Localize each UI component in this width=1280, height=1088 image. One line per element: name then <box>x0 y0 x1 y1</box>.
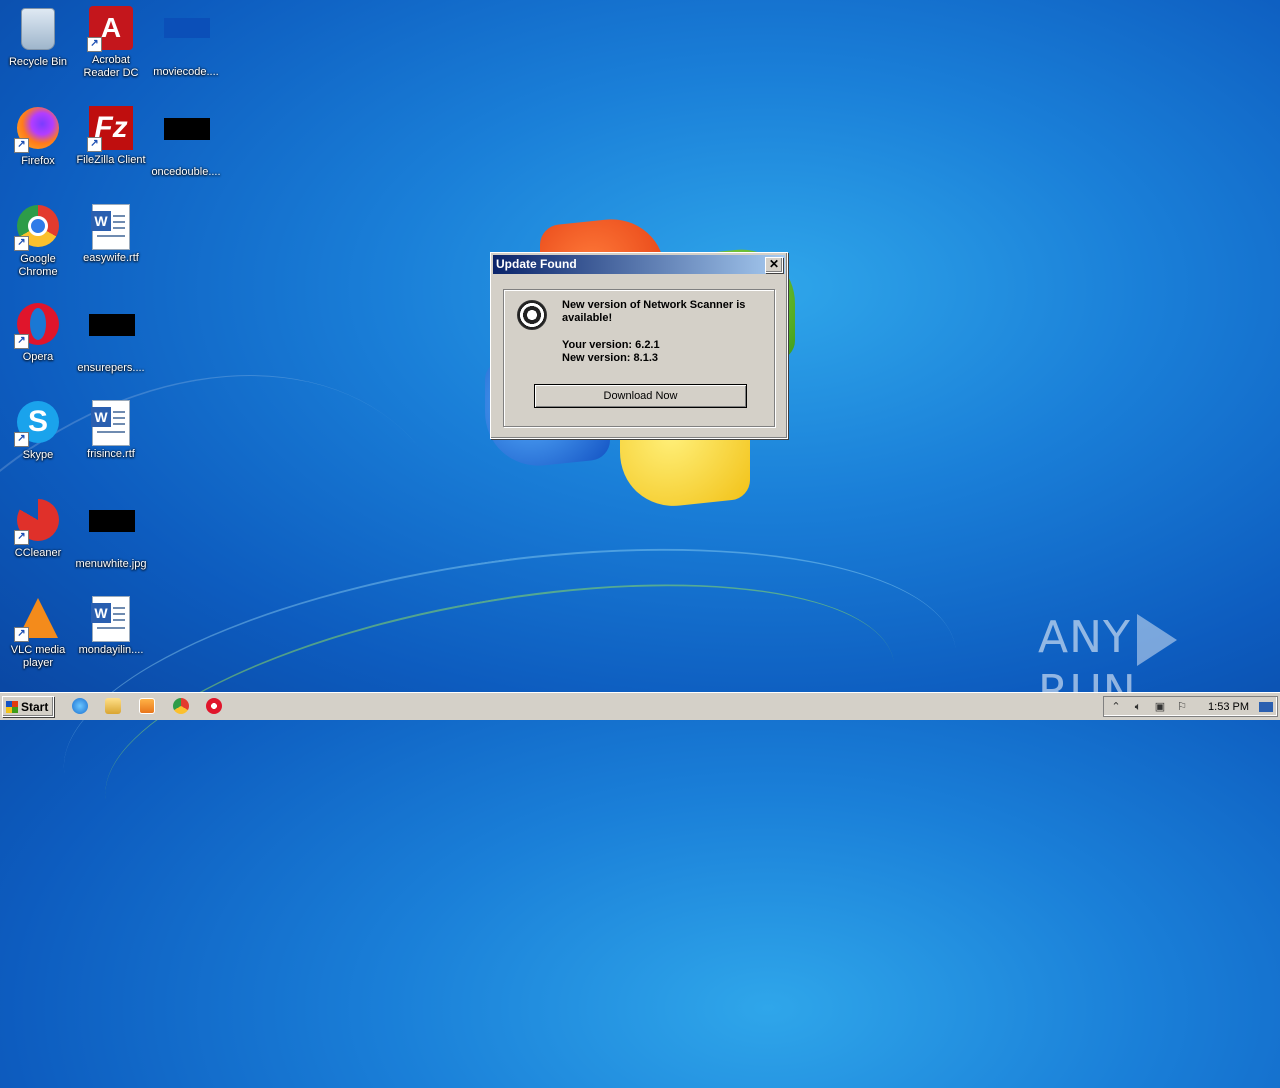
desktop-icon-firefox[interactable]: ↗ Firefox <box>0 106 76 168</box>
desktop-icon-recycle-bin[interactable]: Recycle Bin <box>0 6 76 69</box>
update-found-dialog: Update Found ✕ New version of Network Sc… <box>490 252 788 439</box>
desktop-icon-label: Firefox <box>21 155 55 167</box>
desktop-icon-label: oncedouble.... <box>151 166 221 178</box>
desktop-icon-label: easywife.rtf <box>83 252 139 264</box>
desktop-icon-label: moviecode.... <box>153 66 219 78</box>
current-version-text: Your version: 6.2.1 <box>562 339 660 351</box>
desktop-icon-label: VLC media player <box>10 644 66 669</box>
watermark-left: ANY <box>1038 612 1131 663</box>
taskbar: Start ⌃ 🔈︎ ▣ ⚐ 1:53 PM <box>0 692 1280 720</box>
version-info: Your version: 6.2.1 New version: 8.1.3 <box>562 339 660 365</box>
word-document-icon: W <box>89 204 133 250</box>
desktop-icon-menuwhite[interactable]: menuwhite.jpg <box>73 498 149 571</box>
desktop-icon-label: mondayilin.... <box>78 644 144 656</box>
desktop-icon-opera[interactable]: ↗ Opera <box>0 302 76 364</box>
start-label: Start <box>21 700 49 714</box>
desktop-icon-label: ensurepers.... <box>77 362 145 374</box>
desktop-icon-vlc[interactable]: ↗ VLC media player <box>0 596 76 670</box>
desktop-icon-label: CCleaner <box>14 547 62 559</box>
opera-icon[interactable] <box>206 698 222 714</box>
desktop-icon-label: frisince.rtf <box>87 448 135 460</box>
new-version-text: New version: 8.1.3 <box>562 352 658 364</box>
word-document-icon: W <box>89 400 133 446</box>
desktop-icon-acrobat[interactable]: A ↗ Acrobat Reader DC <box>73 6 149 80</box>
update-message: New version of Network Scanner is availa… <box>562 299 746 324</box>
dialog-title: Update Found <box>496 257 577 271</box>
download-now-button[interactable]: Download Now <box>534 384 747 408</box>
desktop-icon-moviecode[interactable]: moviecode.... <box>148 6 224 79</box>
start-button[interactable]: Start <box>2 696 54 717</box>
desktop-icon-ensurepers[interactable]: ensurepers.... <box>73 302 149 375</box>
desktop-icon-ccleaner[interactable]: ↗ CCleaner <box>0 498 76 560</box>
dialog-titlebar[interactable]: Update Found ✕ <box>493 255 785 274</box>
desktop-icon-label: FileZilla Client <box>76 154 146 166</box>
action-center-flag-icon[interactable]: ⚐ <box>1176 701 1188 713</box>
desktop-icon-label: Google Chrome <box>18 253 58 278</box>
dialog-content-panel: New version of Network Scanner is availa… <box>503 289 775 427</box>
desktop-icon-frisince[interactable]: W frisince.rtf <box>73 400 149 461</box>
chrome-icon: ↗ <box>14 205 60 251</box>
desktop-icon-oncedouble[interactable]: oncedouble.... <box>148 106 224 179</box>
vlc-cone-icon: ↗ <box>14 596 60 642</box>
play-icon <box>1136 614 1177 666</box>
show-desktop-icon[interactable] <box>1259 702 1273 712</box>
ie-icon[interactable] <box>72 698 88 714</box>
explorer-icon[interactable] <box>105 698 121 714</box>
desktop-icon-skype[interactable]: S ↗ Skype <box>0 400 76 462</box>
file-thumbnail-icon <box>89 314 135 358</box>
desktop-icon-label: Opera <box>22 351 54 363</box>
image-thumbnail-icon <box>89 510 135 554</box>
close-button[interactable]: ✕ <box>765 257 783 273</box>
file-thumbnail-icon <box>164 18 210 62</box>
word-document-icon: W <box>89 596 133 642</box>
filezilla-icon: Fz ↗ <box>87 106 133 152</box>
desktop-icon-label: Skype <box>22 449 54 461</box>
desktop-icon-label: Recycle Bin <box>8 56 68 68</box>
firefox-icon: ↗ <box>14 107 60 153</box>
volume-icon[interactable]: 🔈︎ <box>1132 701 1144 713</box>
acrobat-icon: A ↗ <box>87 6 133 52</box>
desktop-icon-filezilla[interactable]: Fz ↗ FileZilla Client <box>73 106 149 167</box>
show-hidden-icons-icon[interactable]: ⌃ <box>1110 701 1122 713</box>
clock[interactable]: 1:53 PM <box>1208 701 1249 713</box>
desktop-icon-label: menuwhite.jpg <box>75 558 147 570</box>
desktop-icon-easywife[interactable]: W easywife.rtf <box>73 204 149 265</box>
system-tray: ⌃ 🔈︎ ▣ ⚐ 1:53 PM <box>1103 696 1278 717</box>
media-player-icon[interactable] <box>139 698 155 714</box>
recycle-bin-icon <box>16 8 60 52</box>
skype-icon: S ↗ <box>14 401 60 447</box>
desktop-icon-chrome[interactable]: ↗ Google Chrome <box>0 204 76 279</box>
windows-flag-icon <box>6 701 18 713</box>
soccer-ball-icon <box>517 300 547 330</box>
file-thumbnail-icon <box>164 118 210 162</box>
desktop-icon-label: Acrobat Reader DC <box>83 54 139 79</box>
opera-icon: ↗ <box>14 303 60 349</box>
ccleaner-icon: ↗ <box>14 499 60 545</box>
chrome-icon[interactable] <box>173 698 189 714</box>
network-icon[interactable]: ▣ <box>1154 701 1166 713</box>
desktop-icon-mondayilin[interactable]: W mondayilin.... <box>73 596 149 657</box>
